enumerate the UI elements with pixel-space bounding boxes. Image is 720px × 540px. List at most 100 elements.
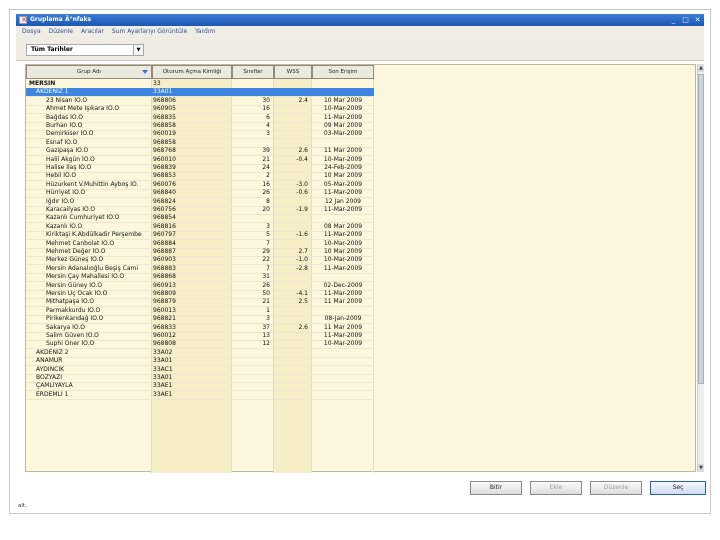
table-row[interactable]: AYDINCIK 33AC1 bbox=[26, 366, 374, 374]
menu-item-file[interactable]: Dosya bbox=[22, 28, 41, 35]
edit-button[interactable]: Düzenle bbox=[590, 481, 642, 495]
add-button[interactable]: Ekle bbox=[530, 481, 582, 495]
last-access-cell: 24-Feb-2009 bbox=[324, 164, 362, 171]
table-row[interactable]: Halil Akgün İÖ.O 960010 21 -0.4 10-Mar-2009 bbox=[26, 156, 374, 164]
login-id-cell: 968884 bbox=[153, 239, 176, 247]
menu-item-edit[interactable]: Düzenle bbox=[49, 28, 73, 35]
wss-cell: -1.6 bbox=[296, 231, 308, 239]
table-row[interactable]: Kiriktaşi K.Abdülkadir Perşembe 960797 5 -1… bbox=[26, 231, 374, 239]
scroll-thumb[interactable] bbox=[698, 74, 704, 384]
table-row[interactable]: Hürriyet İÖ.O 968840 26 -0.6 11-Mar-2009 bbox=[26, 189, 374, 197]
table-row[interactable]: Parmakkurdu İÖ.O 960013 1 bbox=[26, 307, 374, 315]
group-name-cell: MERSİN bbox=[29, 80, 56, 87]
table-row[interactable]: Burhan İÖ.O 968858 4 09 Mar 2009 bbox=[26, 122, 374, 130]
classes-cell bbox=[232, 391, 274, 399]
menu-item-tools[interactable]: Aracılar bbox=[81, 28, 104, 35]
classes-cell bbox=[232, 88, 274, 96]
column-header-group-name[interactable]: Grup Adı bbox=[26, 65, 152, 79]
table-row[interactable]: Gazipaşa İÖ.O 968768 39 2.6 11 Mar 2009 bbox=[26, 147, 374, 155]
date-range-select[interactable]: Tüm Tarihler ▼ bbox=[26, 44, 144, 56]
table-row[interactable]: Merkez Güneş İÖ.O 960903 22 -1.0 10-Mar-2009 bbox=[26, 256, 374, 264]
wss-cell bbox=[274, 307, 312, 315]
last-access-cell: 11-Mar-2009 bbox=[323, 264, 363, 272]
table-row[interactable]: 23 Nisan İÖ.O 968806 30 2.4 10 Mar 2009 bbox=[26, 97, 374, 105]
table-row[interactable]: Mersin Adanalıoğlu Beşiş Cami 968883 7 -2.8… bbox=[26, 265, 374, 273]
group-name-cell: Mersin Çay Mahallesi İÖ.O bbox=[46, 273, 125, 281]
select-button[interactable]: Seç bbox=[650, 481, 706, 495]
close-icon[interactable]: ✕ bbox=[692, 15, 703, 25]
group-name-cell: Salim Güven İÖ.O bbox=[46, 332, 99, 339]
group-name-cell: Kiriktaşi K.Abdülkadir Perşembe bbox=[46, 231, 142, 239]
table-row[interactable]: Bağdas İÖ.O 968835 6 11-Mar-2009 bbox=[26, 114, 374, 122]
group-name-cell: Mersin Güney İÖ.O bbox=[46, 281, 103, 289]
menu-bar: Dosya Düzenle Aracılar Sum Ayarlarıyı Gö… bbox=[16, 26, 704, 37]
table-row[interactable]: Kazanlı Cumhuriyet İÖ.O 968854 bbox=[26, 214, 374, 222]
table-row[interactable]: AKDENİZ 2 33A02 bbox=[26, 349, 374, 357]
group-name-cell: Bağdas İÖ.O bbox=[46, 113, 83, 121]
last-access-cell: 11-Mar-2009 bbox=[323, 189, 363, 197]
group-name-cell: Ahmet Mete Işıkara İÖ.O bbox=[46, 105, 120, 113]
table-row[interactable]: Mersin Üç Ocak İÖ.O 968809 50 -4.1 11-Mar-20… bbox=[26, 290, 374, 298]
table-row[interactable]: Mehmet Canbolat İÖ.O 968884 7 10-Mar-2009 bbox=[26, 240, 374, 248]
scroll-down-icon[interactable]: ▼ bbox=[698, 464, 704, 472]
table-row[interactable]: AKDENİZ 1 33A01 bbox=[26, 88, 374, 97]
classes-cell: 29 bbox=[262, 248, 270, 255]
menu-item-view-settings[interactable]: Sum Ayarlarıyı Görüntüle bbox=[112, 28, 187, 35]
group-name-cell: Mersin Adanalıoğlu Beşiş Cami bbox=[46, 264, 139, 272]
table-row[interactable]: Karacailyas İÖ.O 960756 20 -1.9 11-Mar-2009 bbox=[26, 206, 374, 214]
table-row[interactable]: Mithatpaşa İÖ.O 968879 21 2.5 11 Mar 2009 bbox=[26, 298, 374, 306]
table-row[interactable]: ÇAMLIYAYLA 33AE1 bbox=[26, 382, 374, 390]
group-name-cell: Halil Akgün İÖ.O bbox=[46, 155, 95, 163]
wss-cell: 2.6 bbox=[298, 147, 308, 155]
table-row[interactable]: Pirikenkarıdağ İÖ.O 968821 3 08-Jan-2009 bbox=[26, 315, 374, 323]
table-row[interactable]: Suphi Öner İÖ.O 968808 12 10-Mar-2009 bbox=[26, 340, 374, 348]
classes-cell: 16 bbox=[262, 180, 270, 188]
table-row[interactable]: ERDEMLİ 1 33AE1 bbox=[26, 391, 374, 399]
login-id-cell: 968833 bbox=[153, 323, 176, 331]
wss-cell: -2.8 bbox=[296, 264, 308, 272]
wss-cell bbox=[274, 122, 312, 130]
table-row[interactable]: Salim Güven İÖ.O 960012 13 11-Mar-2009 bbox=[26, 332, 374, 340]
login-id-cell: 33A02 bbox=[153, 348, 173, 356]
table-row[interactable]: ANAMUR 33A01 bbox=[26, 357, 374, 365]
maximize-icon[interactable]: □ bbox=[680, 15, 691, 25]
table-row[interactable]: Demirkiser İÖ.O 960019 3 03-Mar-2009 bbox=[26, 130, 374, 138]
classes-cell: 21 bbox=[262, 298, 270, 306]
login-id-cell: 960010 bbox=[153, 155, 176, 163]
wss-cell bbox=[274, 80, 312, 88]
classes-cell: 50 bbox=[262, 290, 270, 297]
table-row[interactable]: Mehmet Değer İÖ.O 968887 29 2.7 10 Mar 2009 bbox=[26, 248, 374, 256]
table-row[interactable]: Hebil İÖ.O 968853 2 10 Mar 2009 bbox=[26, 172, 374, 180]
table-row[interactable]: Halise Ilaş İÖ.O 968839 24 24-Feb-2009 bbox=[26, 164, 374, 172]
finish-button[interactable]: Bitir bbox=[470, 481, 522, 495]
scroll-up-icon[interactable]: ▲ bbox=[698, 64, 704, 72]
group-name-cell: Pirikenkarıdağ İÖ.O bbox=[46, 315, 104, 323]
vertical-scrollbar[interactable]: ▲ ▼ bbox=[697, 64, 704, 472]
table-row[interactable]: Sakarya İÖ.O 968833 37 2.6 11 Mar 2009 bbox=[26, 324, 374, 332]
column-header-wss[interactable]: WSS bbox=[274, 65, 312, 79]
table-row[interactable]: Hüzurkent V.Muhittin Ayboş İÖ. 960076 16 -3… bbox=[26, 181, 374, 189]
column-header-login-id[interactable]: Oturum Açma Kimliği bbox=[152, 65, 232, 79]
table-row[interactable]: MERSİN 33 bbox=[26, 80, 374, 88]
login-id-cell: 960913 bbox=[153, 281, 176, 289]
table-row[interactable]: Esnaf İÖ.O 968858 bbox=[26, 139, 374, 147]
last-access-cell bbox=[312, 349, 374, 357]
chevron-down-icon[interactable]: ▼ bbox=[133, 45, 143, 55]
table-row[interactable]: BOZYAZI 33A01 bbox=[26, 374, 374, 382]
group-name-cell: Demirkiser İÖ.O bbox=[46, 130, 94, 138]
wss-cell: 2.5 bbox=[298, 298, 308, 306]
classes-cell: 3 bbox=[266, 130, 270, 138]
last-access-cell bbox=[312, 88, 374, 96]
column-header-classes[interactable]: Sınıflar bbox=[232, 65, 274, 79]
sort-descending-icon bbox=[142, 70, 148, 74]
table-row[interactable]: Ahmet Mete Işıkara İÖ.O 960905 16 10-Mar-20… bbox=[26, 105, 374, 113]
table-row[interactable]: Mersin Güney İÖ.O 960913 26 02-Dec-2009 bbox=[26, 282, 374, 290]
column-header-last-access[interactable]: Son Erişim bbox=[312, 65, 374, 79]
app-icon bbox=[19, 14, 27, 26]
minimize-icon[interactable]: _ bbox=[668, 15, 679, 25]
date-range-value: Tüm Tarihler bbox=[31, 46, 73, 53]
table-row[interactable]: Iğdır İÖ.O 968824 8 12 Jan 2009 bbox=[26, 198, 374, 206]
table-row[interactable]: Kazanlı İÖ.O 968816 3 08 Mar 2009 bbox=[26, 223, 374, 231]
table-row[interactable]: Mersin Çay Mahallesi İÖ.O 968868 31 bbox=[26, 273, 374, 281]
menu-item-help[interactable]: Yardım bbox=[195, 28, 215, 35]
